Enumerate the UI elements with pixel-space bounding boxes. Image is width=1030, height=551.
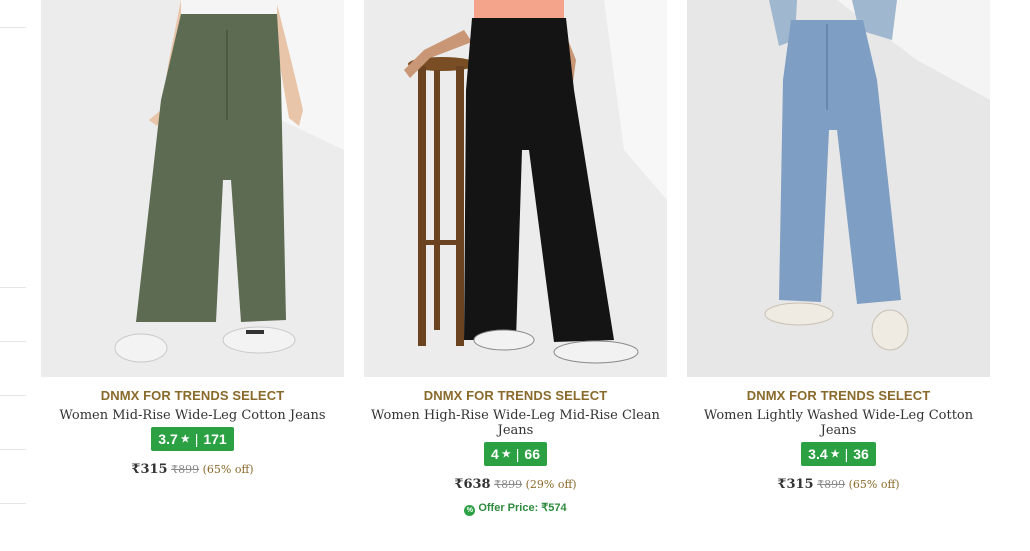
product-image[interactable] xyxy=(364,0,667,377)
mrp-price: ₹899 xyxy=(494,478,523,491)
rating-separator: | xyxy=(844,446,849,462)
discount-text: (65% off) xyxy=(202,463,254,476)
discount-text: (65% off) xyxy=(848,478,900,491)
divider xyxy=(0,395,26,396)
product-image[interactable] xyxy=(687,0,990,377)
offer-tag-icon: % xyxy=(464,505,476,516)
mrp-price: ₹899 xyxy=(817,478,846,491)
product-image[interactable] xyxy=(41,0,344,377)
filter-sidebar-edge xyxy=(0,0,26,551)
rating-badge: 4 ★ | 66 xyxy=(484,442,547,466)
divider xyxy=(0,503,26,504)
rating-separator: | xyxy=(194,431,199,447)
star-icon: ★ xyxy=(501,448,511,460)
rating-badge: 3.4 ★ | 36 xyxy=(801,442,876,466)
star-icon: ★ xyxy=(830,448,840,460)
rating-value: 3.4 xyxy=(808,446,828,462)
product-card[interactable]: DNMX FOR TRENDS SELECT Women Lightly Was… xyxy=(687,0,990,492)
product-brand: DNMX FOR TRENDS SELECT xyxy=(423,388,608,403)
product-card[interactable]: DNMX FOR TRENDS SELECT Women Mid-Rise Wi… xyxy=(41,0,344,477)
offer-price-row: % Offer Price: ₹574 xyxy=(364,501,667,516)
price-block: ₹638 ₹899 (29% off) xyxy=(364,478,667,492)
product-brand: DNMX FOR TRENDS SELECT xyxy=(746,388,931,403)
offer-price: Offer Price: ₹574 xyxy=(478,502,567,514)
product-card[interactable]: DNMX FOR TRENDS SELECT Women High-Rise W… xyxy=(364,0,667,516)
discount-text: (29% off) xyxy=(525,478,577,491)
rating-value: 4 xyxy=(491,446,499,462)
review-count: 171 xyxy=(203,431,227,447)
product-title[interactable]: Women Mid-Rise Wide-Leg Cotton Jeans xyxy=(48,408,338,423)
product-title[interactable]: Women High-Rise Wide-Leg Mid-Rise Clean … xyxy=(371,408,661,438)
divider xyxy=(0,449,26,450)
review-count: 36 xyxy=(853,446,869,462)
price-block: ₹315 ₹899 (65% off) xyxy=(41,463,344,477)
selling-price: ₹315 xyxy=(777,477,814,492)
divider xyxy=(0,341,26,342)
selling-price: ₹638 xyxy=(454,477,491,492)
selling-price: ₹315 xyxy=(131,462,168,477)
divider xyxy=(0,287,26,288)
divider xyxy=(0,27,26,28)
price-block: ₹315 ₹899 (65% off) xyxy=(687,478,990,492)
product-title[interactable]: Women Lightly Washed Wide-Leg Cotton Jea… xyxy=(694,408,984,438)
star-icon: ★ xyxy=(180,433,190,445)
rating-value: 3.7 xyxy=(158,431,178,447)
review-count: 66 xyxy=(524,446,540,462)
mrp-price: ₹899 xyxy=(171,463,200,476)
rating-separator: | xyxy=(515,446,520,462)
rating-badge: 3.7 ★ | 171 xyxy=(151,427,234,451)
product-brand: DNMX FOR TRENDS SELECT xyxy=(100,388,285,403)
